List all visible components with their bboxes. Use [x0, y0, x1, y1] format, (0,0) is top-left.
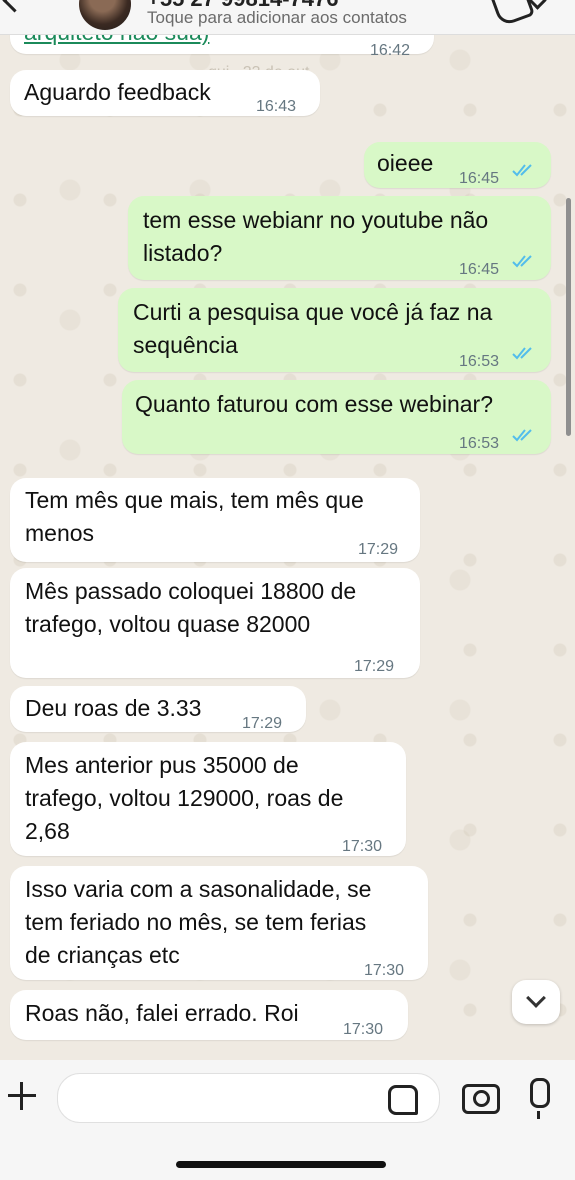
mic-icon[interactable]	[530, 1078, 550, 1119]
message-bubble[interactable]: tem esse webianr no youtube não listado?…	[128, 196, 551, 280]
message-time: 17:30	[364, 962, 405, 979]
plus-icon[interactable]	[8, 1082, 36, 1110]
call-icon[interactable]	[488, 0, 536, 28]
camera-icon[interactable]	[462, 1084, 500, 1114]
message-bubble[interactable]: Mês passado coloquei 18800 de trafego, v…	[10, 568, 420, 678]
message-bubble[interactable]: Mes anterior pus 35000 de trafego, volto…	[10, 742, 406, 856]
message-text: Deu roas de 3.33	[25, 695, 202, 721]
scrollbar[interactable]	[566, 198, 571, 436]
message-bubble[interactable]: Deu roas de 3.33 17:29	[10, 686, 306, 732]
message-time: 16:53	[459, 435, 500, 452]
message-time: 16:43	[256, 98, 297, 115]
read-ticks-icon	[512, 164, 532, 177]
message-bubble[interactable]: Quanto faturou com esse webinar? 16:53	[122, 380, 551, 454]
home-indicator	[176, 1161, 386, 1168]
message-bubble[interactable]: Curti a pesquisa que você já faz na sequ…	[118, 288, 551, 372]
message-bubble[interactable]: Roas não, falei errado. Roi 17:30	[10, 990, 408, 1040]
message-time: 17:29	[358, 541, 399, 558]
message-bubble[interactable]: Isso varia com a sasonalidade, se tem fe…	[10, 866, 428, 980]
scroll-to-bottom-button[interactable]	[512, 980, 560, 1024]
message-text: tem esse webianr no youtube não listado?	[143, 207, 489, 266]
message-bubble[interactable]: oieee 16:45	[364, 142, 551, 188]
read-ticks-icon	[512, 347, 532, 360]
back-icon[interactable]	[2, 0, 27, 13]
message-text: Aguardo feedback	[24, 79, 211, 105]
message-text: Curti a pesquisa que você já faz na sequ…	[133, 299, 493, 358]
read-ticks-icon	[512, 429, 532, 442]
message-time: 17:30	[343, 1021, 384, 1038]
message-text: Mes anterior pus 35000 de trafego, volto…	[25, 752, 344, 844]
chevron-down-icon	[526, 988, 546, 1008]
sticker-icon[interactable]	[388, 1085, 418, 1115]
message-time: 17:30	[342, 838, 383, 855]
message-text: Mês passado coloquei 18800 de trafego, v…	[25, 578, 357, 637]
read-ticks-icon	[512, 255, 532, 268]
contact-subtitle[interactable]: Toque para adicionar aos contatos	[147, 8, 407, 28]
message-text: Isso varia com a sasonalidade, se tem fe…	[25, 876, 372, 968]
message-bubble[interactable]: Tem mês que mais, tem mês que menos 17:2…	[10, 478, 420, 562]
message-text: oieee	[377, 150, 434, 176]
message-time: 16:45	[459, 261, 500, 278]
message-time: 16:53	[459, 353, 500, 370]
message-time: 16:42	[370, 42, 411, 59]
avatar[interactable]	[79, 0, 131, 30]
message-input[interactable]	[57, 1073, 440, 1123]
message-time: 16:45	[459, 170, 500, 187]
message-text: Quanto faturou com esse webinar?	[135, 391, 493, 417]
message-text: Tem mês que mais, tem mês que menos	[25, 487, 364, 546]
message-text: Roas não, falei errado. Roi	[25, 1000, 299, 1026]
message-time: 17:29	[354, 658, 395, 675]
message-bubble[interactable]: Aguardo feedback 16:43	[10, 70, 320, 116]
chat-header[interactable]: +55 27 99814-7476 Toque para adicionar a…	[0, 0, 575, 35]
message-time: 17:29	[242, 715, 283, 732]
